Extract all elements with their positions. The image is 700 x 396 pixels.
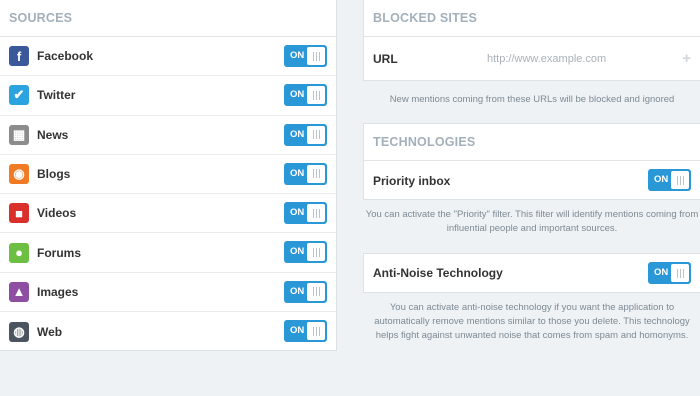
blocked-sites-panel: BLOCKED SITES URL + <box>363 0 700 81</box>
toggle-state-text: ON <box>290 50 305 61</box>
source-row-web: ◍ Web ON <box>0 312 336 351</box>
technologies-header: TECHNOLOGIES <box>364 124 700 161</box>
twitter-icon: ✔ <box>9 85 29 106</box>
technologies-panel: TECHNOLOGIES Priority inbox ON <box>363 123 700 200</box>
blocked-sites-note: New mentions coming from these URLs will… <box>389 94 675 105</box>
priority-inbox-toggle[interactable]: ON <box>648 169 691 191</box>
image-icon: ▲ <box>9 281 29 302</box>
source-toggle-videos[interactable]: ON <box>284 202 327 225</box>
rss-icon: ◉ <box>9 164 29 185</box>
toggle-knob <box>307 243 325 262</box>
source-label-videos: Videos <box>37 206 77 221</box>
toggle-state-text: ON <box>290 167 305 179</box>
blocked-sites-header: BLOCKED SITES <box>364 0 700 37</box>
sources-header: SOURCES <box>0 0 336 37</box>
antinoise-panel: Anti-Noise Technology ON <box>363 253 700 293</box>
toggle-state-text: ON <box>654 267 669 278</box>
antinoise-note: You can activate anti-noise technology i… <box>374 302 690 341</box>
priority-inbox-label: Priority inbox <box>373 173 451 188</box>
source-toggle-facebook[interactable]: ON <box>284 45 327 67</box>
toggle-knob <box>307 47 325 65</box>
source-row-news: ▦ News ON <box>0 116 336 155</box>
antinoise-row: Anti-Noise Technology ON <box>364 254 700 292</box>
url-row: URL + <box>364 37 700 81</box>
video-icon: ■ <box>9 203 29 224</box>
source-row-twitter: ✔ Twitter ON <box>0 76 336 116</box>
source-row-blogs: ◉ Blogs ON <box>0 155 336 195</box>
source-toggle-news[interactable]: ON <box>284 123 327 146</box>
toggle-state-text: ON <box>290 325 305 337</box>
toggle-knob <box>307 282 325 301</box>
source-row-images: ▲ Images ON <box>0 273 336 313</box>
source-label-web: Web <box>37 324 63 339</box>
url-input[interactable] <box>487 53 667 65</box>
priority-inbox-note: You can activate the "Priority" filter. … <box>365 209 699 234</box>
globe-icon: ◍ <box>9 321 29 342</box>
toggle-state-text: ON <box>654 174 669 185</box>
facebook-icon: f <box>9 46 29 67</box>
source-toggle-images[interactable]: ON <box>284 280 327 303</box>
toggle-state-text: ON <box>290 207 305 219</box>
source-label-facebook: Facebook <box>37 49 94 64</box>
toggle-knob <box>307 204 325 223</box>
source-label-forums: Forums <box>37 245 82 260</box>
toggle-state-text: ON <box>290 89 305 101</box>
source-label-news: News <box>37 127 69 142</box>
toggle-knob <box>671 171 689 189</box>
source-row-forums: ● Forums ON <box>0 233 336 273</box>
toggle-knob <box>307 86 325 105</box>
forum-icon: ● <box>9 242 29 263</box>
toggle-state-text: ON <box>290 128 305 140</box>
toggle-knob <box>307 322 325 341</box>
sources-list: f Facebook ON ✔ Twitter ON ▦ News ON ◉ Blogs ON ■ Vid… <box>0 37 336 351</box>
source-toggle-forums[interactable]: ON <box>284 241 327 264</box>
source-label-twitter: Twitter <box>37 88 76 103</box>
source-toggle-blogs[interactable]: ON <box>284 162 327 185</box>
source-row-videos: ■ Videos ON <box>0 194 336 234</box>
toggle-knob <box>307 125 325 144</box>
news-icon: ▦ <box>9 124 29 145</box>
plus-icon[interactable]: + <box>682 50 691 67</box>
source-row-facebook: f Facebook ON <box>0 37 336 77</box>
source-toggle-web[interactable]: ON <box>284 320 327 343</box>
url-label: URL <box>373 52 398 66</box>
sources-panel: SOURCES f Facebook ON ✔ Twitter ON ▦ News ON ◉ Blo… <box>0 0 337 351</box>
priority-inbox-row: Priority inbox ON <box>364 161 700 200</box>
source-label-blogs: Blogs <box>37 167 71 182</box>
source-label-images: Images <box>37 284 79 299</box>
toggle-knob <box>671 264 689 282</box>
toggle-state-text: ON <box>290 246 305 258</box>
antinoise-label: Anti-Noise Technology <box>373 266 503 280</box>
toggle-state-text: ON <box>290 285 305 297</box>
antinoise-toggle[interactable]: ON <box>648 262 691 284</box>
toggle-knob <box>307 164 325 183</box>
source-toggle-twitter[interactable]: ON <box>284 84 327 107</box>
